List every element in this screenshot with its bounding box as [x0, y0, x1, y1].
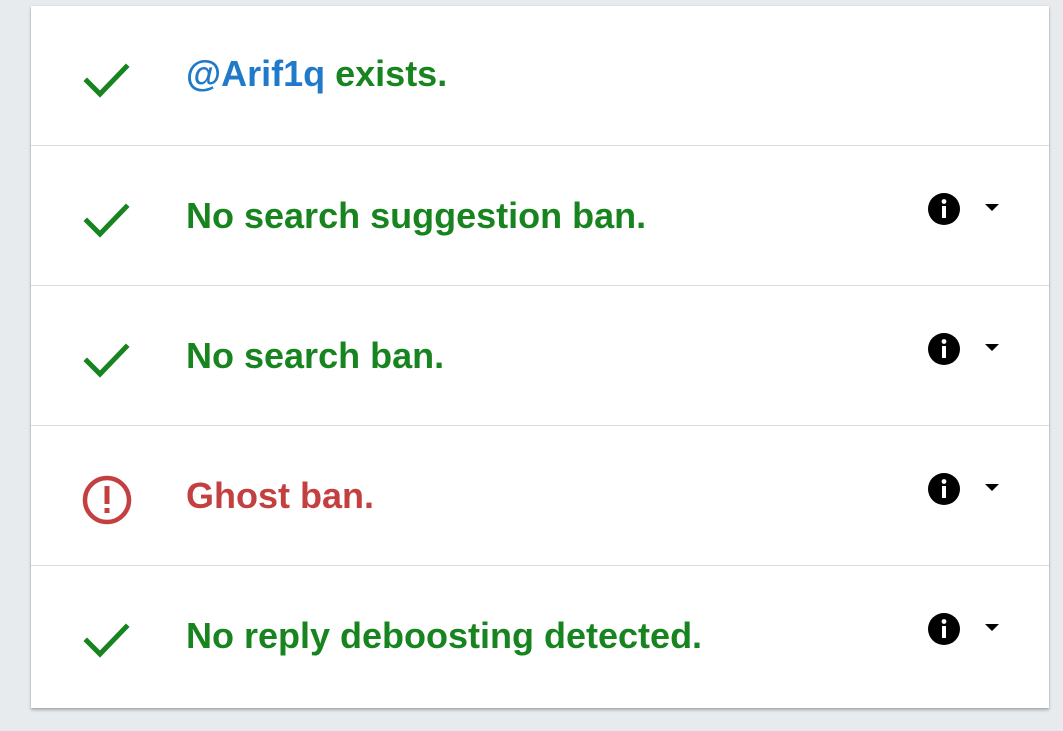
result-row-search-suggestion-ban: No search suggestion ban. — [31, 146, 1049, 286]
results-card: @Arif1q exists. No search suggestion ban… — [31, 6, 1049, 708]
result-row-ghost-ban: Ghost ban. — [31, 426, 1049, 566]
chevron-down-icon[interactable] — [981, 340, 1003, 356]
user-handle-link[interactable]: @Arif1q — [186, 53, 325, 94]
result-row-reply-deboosting: No reply deboosting detected. — [31, 566, 1049, 706]
check-icon — [81, 614, 133, 666]
chevron-down-icon[interactable] — [981, 620, 1003, 636]
result-label: No reply deboosting detected. — [186, 615, 703, 656]
chevron-down-icon[interactable] — [981, 200, 1003, 216]
result-row-search-ban: No search ban. — [31, 286, 1049, 426]
result-text: @Arif1q exists. — [186, 6, 447, 146]
info-icon[interactable] — [927, 612, 961, 646]
info-icon[interactable] — [927, 472, 961, 506]
check-icon — [81, 334, 133, 386]
alert-circle-icon — [81, 474, 133, 526]
result-row-account-exists: @Arif1q exists. — [31, 6, 1049, 146]
chevron-down-icon[interactable] — [981, 480, 1003, 496]
check-icon — [81, 54, 133, 106]
result-label: exists. — [325, 53, 448, 94]
result-label: No search ban. — [186, 335, 445, 376]
result-label: Ghost ban. — [186, 475, 374, 516]
info-icon[interactable] — [927, 192, 961, 226]
info-icon[interactable] — [927, 332, 961, 366]
result-label: No search suggestion ban. — [186, 195, 647, 236]
check-icon — [81, 194, 133, 246]
